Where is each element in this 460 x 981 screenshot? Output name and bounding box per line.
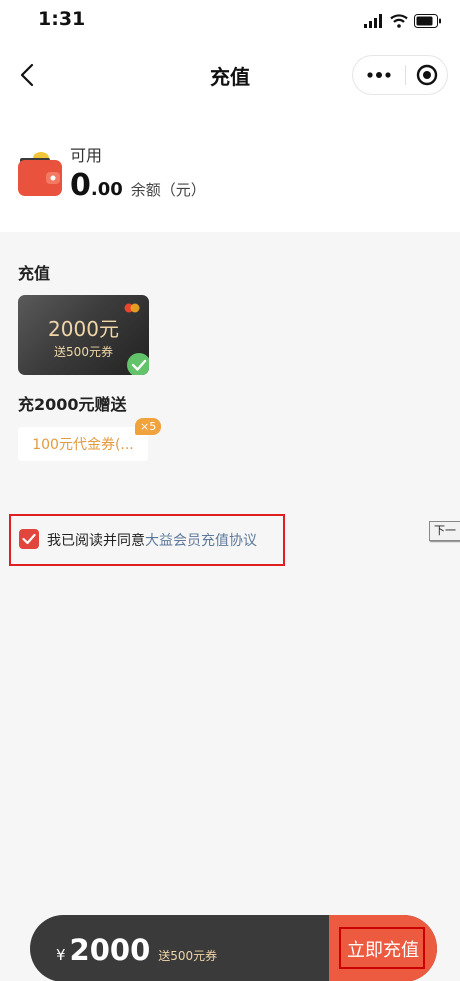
total-price: ¥ 2000 送500元券	[56, 933, 217, 967]
more-icon	[367, 72, 391, 78]
agreement-checkbox[interactable]	[19, 529, 39, 549]
target-icon	[416, 64, 437, 86]
wifi-icon	[390, 14, 408, 28]
balance-unit: 余额（元）	[130, 181, 206, 199]
recharge-title: 充值	[18, 264, 51, 283]
coupon-count-badge: ×5	[135, 418, 162, 435]
gift-title: 充2000元赠送	[18, 395, 127, 414]
more-button[interactable]	[353, 56, 405, 94]
wallet-icon	[18, 152, 62, 196]
signal-icon	[364, 14, 382, 28]
status-bar: 1:31	[0, 0, 460, 44]
card-logo-icon	[124, 303, 140, 313]
balance-integer: 0	[70, 168, 91, 203]
balance-decimal: .00	[90, 179, 123, 200]
recharge-now-button[interactable]: 立即充值	[329, 915, 437, 981]
status-time: 1:31	[38, 8, 86, 30]
price-gift: 送500元券	[158, 949, 218, 963]
coupon-text: 100元代金券(...	[32, 437, 134, 453]
mini-program-capsule	[352, 55, 448, 95]
nav-bar: 充值	[0, 44, 460, 106]
agreement-label: 我已阅读并同意	[47, 533, 145, 549]
recharge-option-card[interactable]: 2000元 送500元券	[18, 295, 149, 375]
agreement-row: 我已阅读并同意大益会员充值协议	[9, 514, 285, 566]
agreement-link[interactable]: 大益会员充值协议	[145, 533, 257, 549]
selected-check-icon	[127, 353, 149, 375]
status-icons	[364, 12, 442, 30]
coupon-item[interactable]: 100元代金券(...	[18, 427, 148, 461]
balance-amount: 0 .00 余额（元）	[70, 168, 206, 203]
balance-section: 可用 0 .00 余额（元）	[0, 106, 460, 232]
battery-icon	[414, 14, 441, 28]
price-amount: 2000	[69, 933, 151, 967]
bottom-pay-bar: ¥ 2000 送500元券 立即充值	[30, 915, 437, 981]
checkmark-icon	[22, 533, 36, 545]
card-amount: 2000元	[48, 317, 119, 341]
next-tooltip: 下一	[429, 521, 460, 541]
close-mini-program-button[interactable]	[406, 56, 447, 94]
balance-label: 可用	[70, 146, 103, 165]
currency-symbol: ¥	[56, 946, 66, 964]
agreement-text: 我已阅读并同意大益会员充值协议	[47, 530, 257, 550]
pay-button-label: 立即充值	[347, 939, 419, 961]
